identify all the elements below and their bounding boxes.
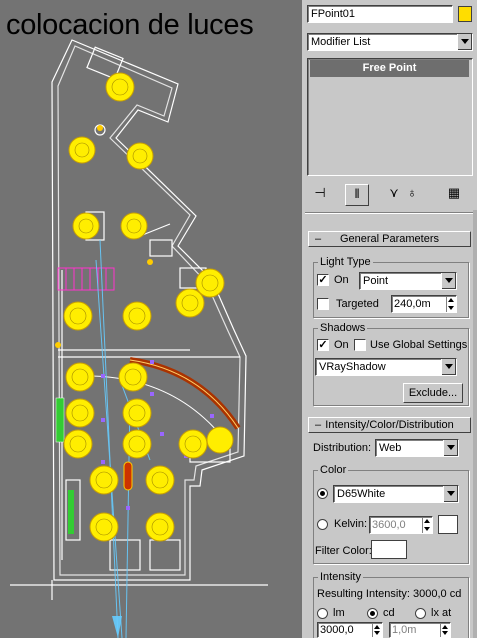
- group-label: Intensity: [318, 571, 363, 584]
- modifier-list-dropdown[interactable]: Modifier List: [307, 33, 473, 51]
- object-name-field[interactable]: FPoint01: [307, 5, 453, 23]
- floor-plan-drawing: [10, 39, 268, 638]
- filter-color-swatch[interactable]: [371, 540, 407, 559]
- targeted-distance-spinner[interactable]: 240,0m: [391, 295, 457, 313]
- targeted-checkbox[interactable]: [317, 298, 329, 310]
- lx-distance-value: 1,0m: [392, 624, 417, 636]
- rollout-title: Intensity/Color/Distribution: [325, 419, 454, 431]
- command-panel: FPoint01 Modifier List Free Point ⊣ ‖ ⋎ …: [305, 0, 477, 638]
- kelvin-color-swatch[interactable]: [438, 515, 458, 534]
- unit-cd-label: cd: [383, 607, 395, 619]
- modifier-stack[interactable]: Free Point: [307, 58, 473, 176]
- unit-lxat-label: lx at: [431, 607, 452, 619]
- viewport-top[interactable]: colocacion de luces: [0, 0, 302, 638]
- chevron-down-icon[interactable]: [457, 34, 472, 50]
- chevron-down-icon[interactable]: [441, 273, 456, 289]
- rollout-collapse-icon: –: [315, 233, 322, 245]
- kelvin-spinner[interactable]: 3600,0: [369, 516, 433, 534]
- spinner-arrows-icon[interactable]: [446, 296, 456, 312]
- make-unique-icon[interactable]: ⋎: [385, 184, 403, 202]
- light-type-dropdown[interactable]: Point: [359, 272, 457, 290]
- spinner-arrows-icon[interactable]: [440, 623, 450, 637]
- show-end-result-icon[interactable]: ‖: [345, 184, 369, 206]
- distribution-label: Distribution:: [313, 442, 372, 454]
- remove-modifier-icon[interactable]: ♁: [403, 184, 421, 202]
- modifier-list-label: Modifier List: [311, 36, 371, 48]
- unit-lm-radio[interactable]: [317, 608, 328, 619]
- panel-scrollbar[interactable]: [473, 210, 477, 638]
- rollout-collapse-icon: –: [315, 419, 322, 431]
- group-label: Shadows: [318, 322, 368, 335]
- rollout-general-parameters[interactable]: – General Parameters: [308, 231, 471, 247]
- light-on-label: On: [334, 274, 349, 286]
- chevron-down-icon[interactable]: [443, 486, 458, 502]
- viewport-caption: colocacion de luces: [6, 9, 254, 41]
- shadows-on-label: On: [334, 339, 349, 351]
- chevron-down-icon[interactable]: [443, 440, 458, 456]
- object-color-swatch[interactable]: [458, 6, 472, 22]
- kelvin-radio[interactable]: [317, 519, 328, 530]
- resulting-intensity-readout: Resulting Intensity: 3000,0 cd: [317, 588, 462, 600]
- distribution-value: Web: [379, 442, 402, 454]
- targeted-label: Targeted: [336, 298, 379, 310]
- shadow-type-value: VRayShadow: [319, 361, 386, 373]
- rollout-intensity-color-distribution[interactable]: – Intensity/Color/Distribution: [308, 417, 471, 433]
- distribution-dropdown[interactable]: Web: [375, 439, 459, 457]
- color-preset-dropdown[interactable]: D65White: [333, 485, 459, 503]
- unit-cd-radio[interactable]: [367, 608, 378, 619]
- kelvin-value: 3600,0: [372, 519, 406, 531]
- rollout-title: General Parameters: [339, 233, 440, 245]
- unit-lm-label: lm: [333, 607, 345, 619]
- light-type-value: Point: [363, 275, 389, 287]
- filter-color-label: Filter Color:: [315, 545, 372, 557]
- kelvin-label: Kelvin:: [334, 518, 368, 530]
- spinner-arrows-icon[interactable]: [422, 517, 432, 533]
- configure-modifier-sets-icon[interactable]: ▦: [445, 184, 463, 202]
- use-global-settings-label: Use Global Settings: [370, 339, 468, 351]
- pin-stack-icon[interactable]: ⊣: [311, 184, 329, 202]
- group-label: Light Type: [318, 256, 373, 269]
- stack-item-free-point[interactable]: Free Point: [310, 60, 469, 77]
- spinner-arrows-icon[interactable]: [372, 623, 382, 637]
- color-preset-radio[interactable]: [317, 488, 328, 499]
- panel-divider: [305, 212, 477, 214]
- chevron-down-icon[interactable]: [441, 359, 456, 375]
- color-preset-value: D65White: [337, 488, 386, 500]
- use-global-settings-checkbox[interactable]: [354, 339, 366, 351]
- intensity-value-spinner[interactable]: 3000,0: [317, 622, 383, 638]
- exclude-button[interactable]: Exclude...: [403, 383, 463, 403]
- group-label: Color: [318, 464, 349, 477]
- lx-distance-spinner[interactable]: 1,0m: [389, 622, 451, 638]
- light-fixtures: [63, 72, 234, 542]
- unit-lxat-radio[interactable]: [415, 608, 426, 619]
- targeted-distance-value: 240,0m: [394, 298, 431, 310]
- light-on-checkbox[interactable]: ✓: [317, 274, 329, 286]
- intensity-value: 3000,0: [320, 624, 354, 636]
- shadows-on-checkbox[interactable]: ✓: [317, 339, 329, 351]
- shadow-type-dropdown[interactable]: VRayShadow: [315, 358, 457, 376]
